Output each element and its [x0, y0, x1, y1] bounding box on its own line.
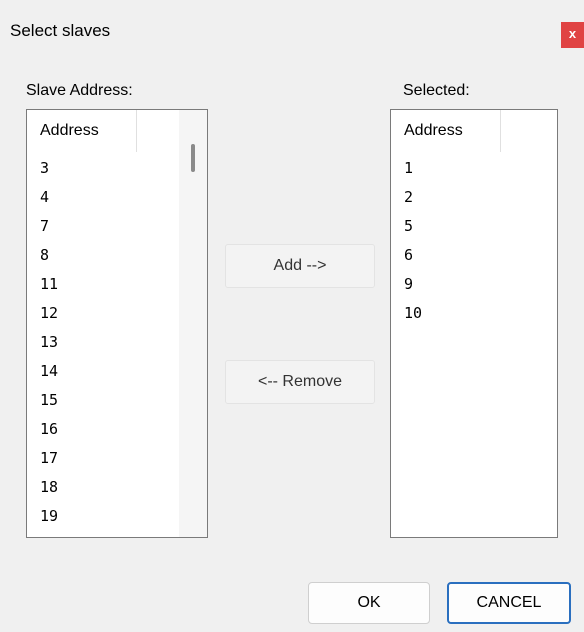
slave-address-scrollbar[interactable]	[179, 110, 207, 537]
list-item[interactable]: 16	[27, 415, 58, 444]
list-item[interactable]: 1	[391, 154, 422, 183]
selected-list[interactable]: Address 1 2 5 6 9 10	[390, 109, 558, 538]
scrollbar-thumb[interactable]	[191, 144, 195, 172]
list-item[interactable]: 4	[27, 183, 58, 212]
list-item[interactable]: 14	[27, 357, 58, 386]
address-column-header[interactable]: Address	[27, 110, 137, 152]
slave-address-rows: 3 4 7 8 11 12 13 14 15 16 17 18 19	[27, 154, 58, 531]
list-item[interactable]: 5	[391, 212, 422, 241]
list-item[interactable]: 3	[27, 154, 58, 183]
list-item[interactable]: 11	[27, 270, 58, 299]
list-item[interactable]: 6	[391, 241, 422, 270]
list-item[interactable]: 7	[27, 212, 58, 241]
dialog-title: Select slaves	[10, 21, 111, 40]
title-bar: Select slaves x	[0, 0, 584, 56]
ok-button[interactable]: OK	[308, 582, 430, 624]
cancel-button[interactable]: CANCEL	[447, 582, 571, 624]
list-item[interactable]: 9	[391, 270, 422, 299]
list-item[interactable]: 10	[391, 299, 422, 328]
list-item[interactable]: 2	[391, 183, 422, 212]
selected-address-column-header[interactable]: Address	[391, 110, 501, 152]
selected-label: Selected:	[403, 82, 470, 99]
list-item[interactable]: 17	[27, 444, 58, 473]
list-item[interactable]: 15	[27, 386, 58, 415]
list-item[interactable]: 12	[27, 299, 58, 328]
select-slaves-dialog: Select slaves x Slave Address: Address 3…	[0, 0, 584, 632]
list-item[interactable]: 19	[27, 502, 58, 531]
add-button[interactable]: Add -->	[225, 244, 375, 288]
slave-address-label: Slave Address:	[26, 82, 133, 99]
list-item[interactable]: 8	[27, 241, 58, 270]
remove-button[interactable]: <-- Remove	[225, 360, 375, 404]
close-icon: x	[568, 26, 577, 41]
selected-rows: 1 2 5 6 9 10	[391, 154, 422, 328]
slave-address-list[interactable]: Address 3 4 7 8 11 12 13 14 15 16 17 18 19	[26, 109, 208, 538]
close-button[interactable]: x	[561, 22, 584, 48]
list-item[interactable]: 13	[27, 328, 58, 357]
list-item[interactable]: 18	[27, 473, 58, 502]
